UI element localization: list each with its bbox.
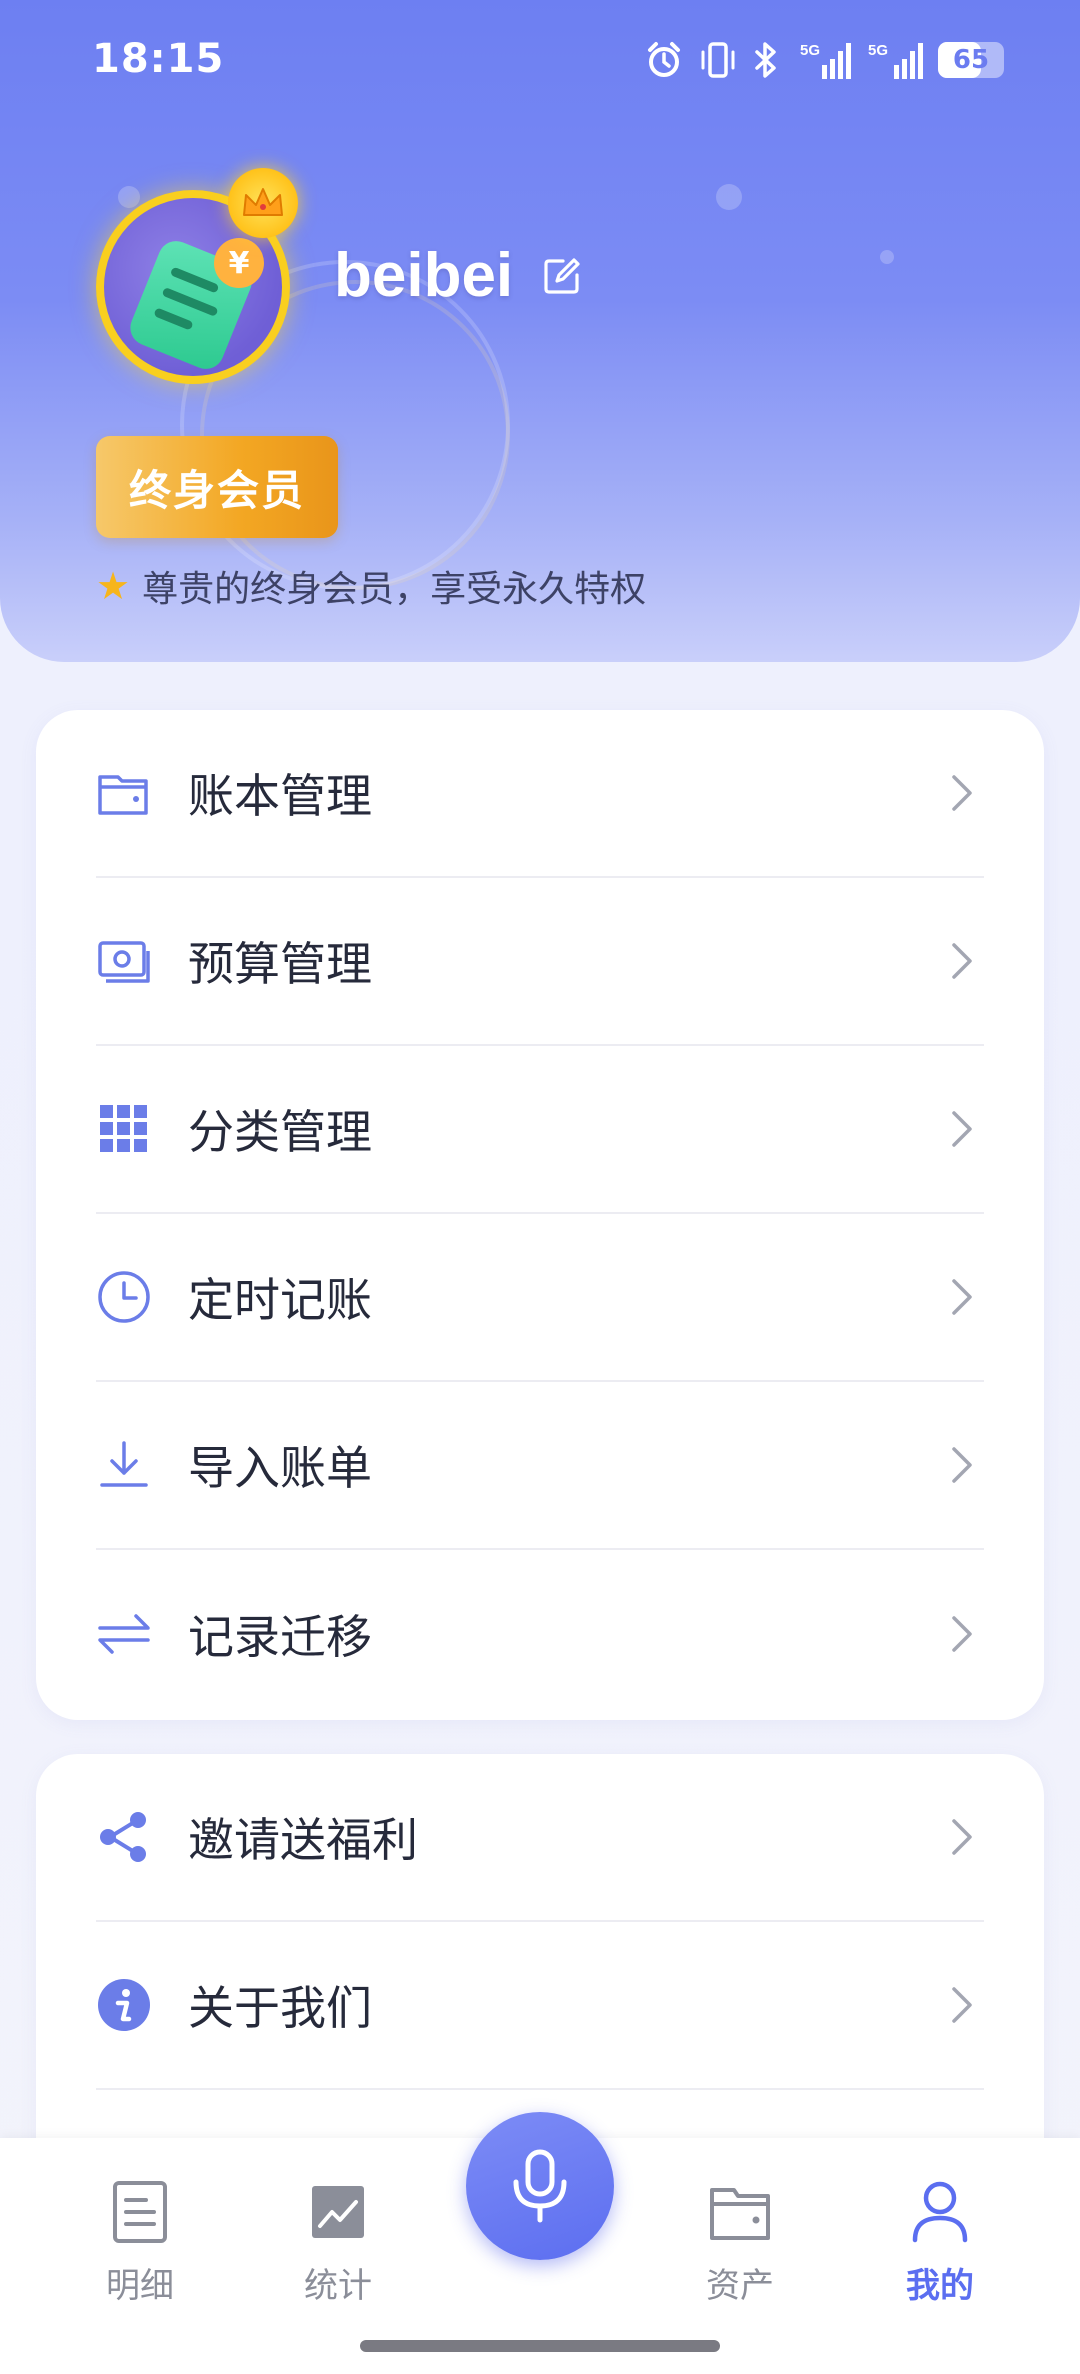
nav-tab-assets[interactable]: 资产 (660, 2180, 820, 2307)
menu-item-record-migration[interactable]: 记录迁移 (96, 1550, 984, 1718)
5g-signal-icon: 5G (800, 42, 851, 79)
info-icon (96, 1977, 152, 2033)
menu-item-scheduled-bookkeeping[interactable]: 定时记账 (96, 1214, 984, 1382)
menu-item-import-bills[interactable]: 导入账单 (96, 1382, 984, 1550)
menu-item-category-management[interactable]: 分类管理 (96, 1046, 984, 1214)
menu-item-label: 账本管理 (188, 769, 372, 823)
menu-item-label: 分类管理 (188, 1105, 372, 1159)
username-row: beibei (334, 240, 583, 311)
chevron-right-icon (952, 1819, 972, 1855)
wallet-icon (710, 2188, 770, 2240)
transfer-icon (96, 1606, 152, 1662)
settings-card-primary: 账本管理 预算管理 分类管理 定时记账 导入账单 记录迁移 (36, 710, 1044, 1720)
budget-icon (96, 933, 152, 989)
alarm-icon (648, 42, 680, 77)
status-icons: 5G 5G 65 (644, 38, 1004, 82)
status-time: 18:15 (92, 36, 225, 82)
chevron-right-icon (952, 1279, 972, 1315)
nav-label: 资产 (706, 2266, 774, 2306)
download-icon (96, 1437, 152, 1493)
nav-label: 统计 (304, 2266, 372, 2306)
menu-item-label: 邀请送福利 (188, 1813, 418, 1867)
yuan-coin-icon: ¥ (214, 238, 264, 288)
menu-item-about-us[interactable]: 关于我们 (96, 1922, 984, 2090)
bluetooth-icon (755, 42, 776, 78)
member-badge: 终身会员 (96, 436, 338, 538)
member-description: ★ 尊贵的终身会员，享受永久特权 (96, 560, 646, 612)
menu-item-budget-management[interactable]: 预算管理 (96, 878, 984, 1046)
menu-item-invite-rewards[interactable]: 邀请送福利 (96, 1754, 984, 1922)
document-icon (113, 2181, 167, 2243)
nav-label: 明细 (106, 2266, 174, 2306)
nav-tab-statistics[interactable]: 统计 (258, 2180, 418, 2307)
chevron-right-icon (952, 943, 972, 979)
menu-item-label: 关于我们 (188, 1981, 372, 2035)
grid-icon (96, 1101, 152, 1157)
menu-item-label: 预算管理 (188, 937, 372, 991)
user-icon (912, 2181, 968, 2243)
member-description-text: 尊贵的终身会员，享受永久特权 (142, 569, 647, 610)
wallet-icon (96, 765, 152, 821)
avatar[interactable]: ¥ (96, 168, 298, 384)
home-indicator[interactable] (360, 2340, 720, 2352)
chart-icon (312, 2186, 364, 2238)
menu-item-label: 导入账单 (188, 1441, 372, 1495)
menu-item-label: 定时记账 (188, 1273, 372, 1327)
star-icon: ★ (96, 564, 131, 608)
chevron-right-icon (952, 1987, 972, 2023)
menu-item-label: 记录迁移 (188, 1610, 372, 1664)
voice-input-button[interactable] (466, 2112, 614, 2260)
decoration-dot (716, 184, 742, 210)
decoration-dot (880, 250, 894, 264)
profile-header: 18:15 5G 5G 65 ¥ beibei 终身会员 ★ 尊贵的终身会员，享… (0, 0, 1080, 662)
svg-text:5G: 5G (868, 42, 888, 59)
chevron-right-icon (952, 1616, 972, 1652)
crown-icon (228, 168, 298, 238)
nav-tab-details[interactable]: 明细 (60, 2180, 220, 2307)
chevron-right-icon (952, 1111, 972, 1147)
5g-signal-icon: 5G (868, 42, 923, 79)
share-icon (96, 1809, 152, 1865)
menu-item-ledger-management[interactable]: 账本管理 (96, 710, 984, 878)
edit-icon[interactable] (541, 255, 583, 297)
nav-label: 我的 (906, 2266, 974, 2306)
battery-level: 65 (952, 45, 990, 75)
microphone-icon (513, 2149, 567, 2223)
nav-tab-mine[interactable]: 我的 (860, 2180, 1020, 2307)
battery-icon: 65 (938, 42, 1004, 78)
svg-text:5G: 5G (800, 42, 820, 59)
chevron-right-icon (952, 775, 972, 811)
vibrate-icon (701, 42, 735, 78)
status-bar: 18:15 5G 5G 65 (0, 0, 1080, 120)
username: beibei (334, 241, 514, 310)
chevron-right-icon (952, 1447, 972, 1483)
clock-icon (96, 1269, 152, 1325)
